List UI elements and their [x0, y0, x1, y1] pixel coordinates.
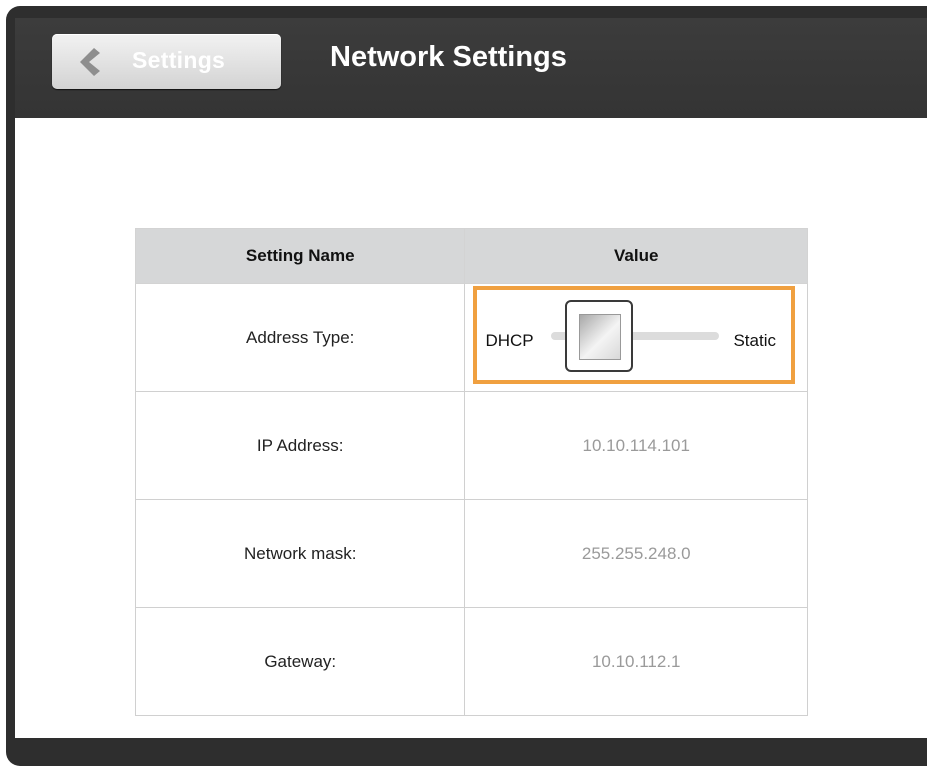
- toggle-knob-face: [579, 314, 622, 360]
- setting-name-cell: Gateway:: [134, 607, 466, 716]
- chevron-left-icon: [76, 46, 102, 78]
- page-title: Network Settings: [330, 41, 567, 73]
- column-header-setting-name: Setting Name: [134, 228, 466, 284]
- address-type-toggle-cell: DHCP Static: [464, 283, 808, 392]
- ip-address-value[interactable]: 10.10.114.101: [464, 391, 808, 500]
- gateway-value[interactable]: 10.10.112.1: [464, 607, 808, 716]
- back-button[interactable]: Settings: [52, 34, 281, 89]
- toggle-knob[interactable]: [565, 300, 634, 372]
- column-header-value: Value: [464, 228, 808, 284]
- setting-name-cell: Address Type:: [134, 283, 466, 392]
- back-button-label: Settings: [132, 47, 226, 73]
- network-mask-value[interactable]: 255.255.248.0: [464, 499, 808, 608]
- setting-name-cell: Network mask:: [134, 499, 466, 608]
- table-row: Network mask: 255.255.248.0: [134, 499, 808, 608]
- setting-name-cell: IP Address:: [134, 391, 466, 500]
- toggle-label-static[interactable]: Static: [733, 331, 776, 351]
- settings-table: Setting Name Value Address Type: DHCP St…: [134, 228, 808, 716]
- table-row: IP Address: 10.10.114.101: [134, 391, 808, 500]
- table-row: Gateway: 10.10.112.1: [134, 607, 808, 716]
- toggle-label-dhcp[interactable]: DHCP: [485, 331, 533, 351]
- table-row: Address Type: DHCP Static: [134, 283, 808, 392]
- table-header-row: Setting Name Value: [134, 228, 808, 284]
